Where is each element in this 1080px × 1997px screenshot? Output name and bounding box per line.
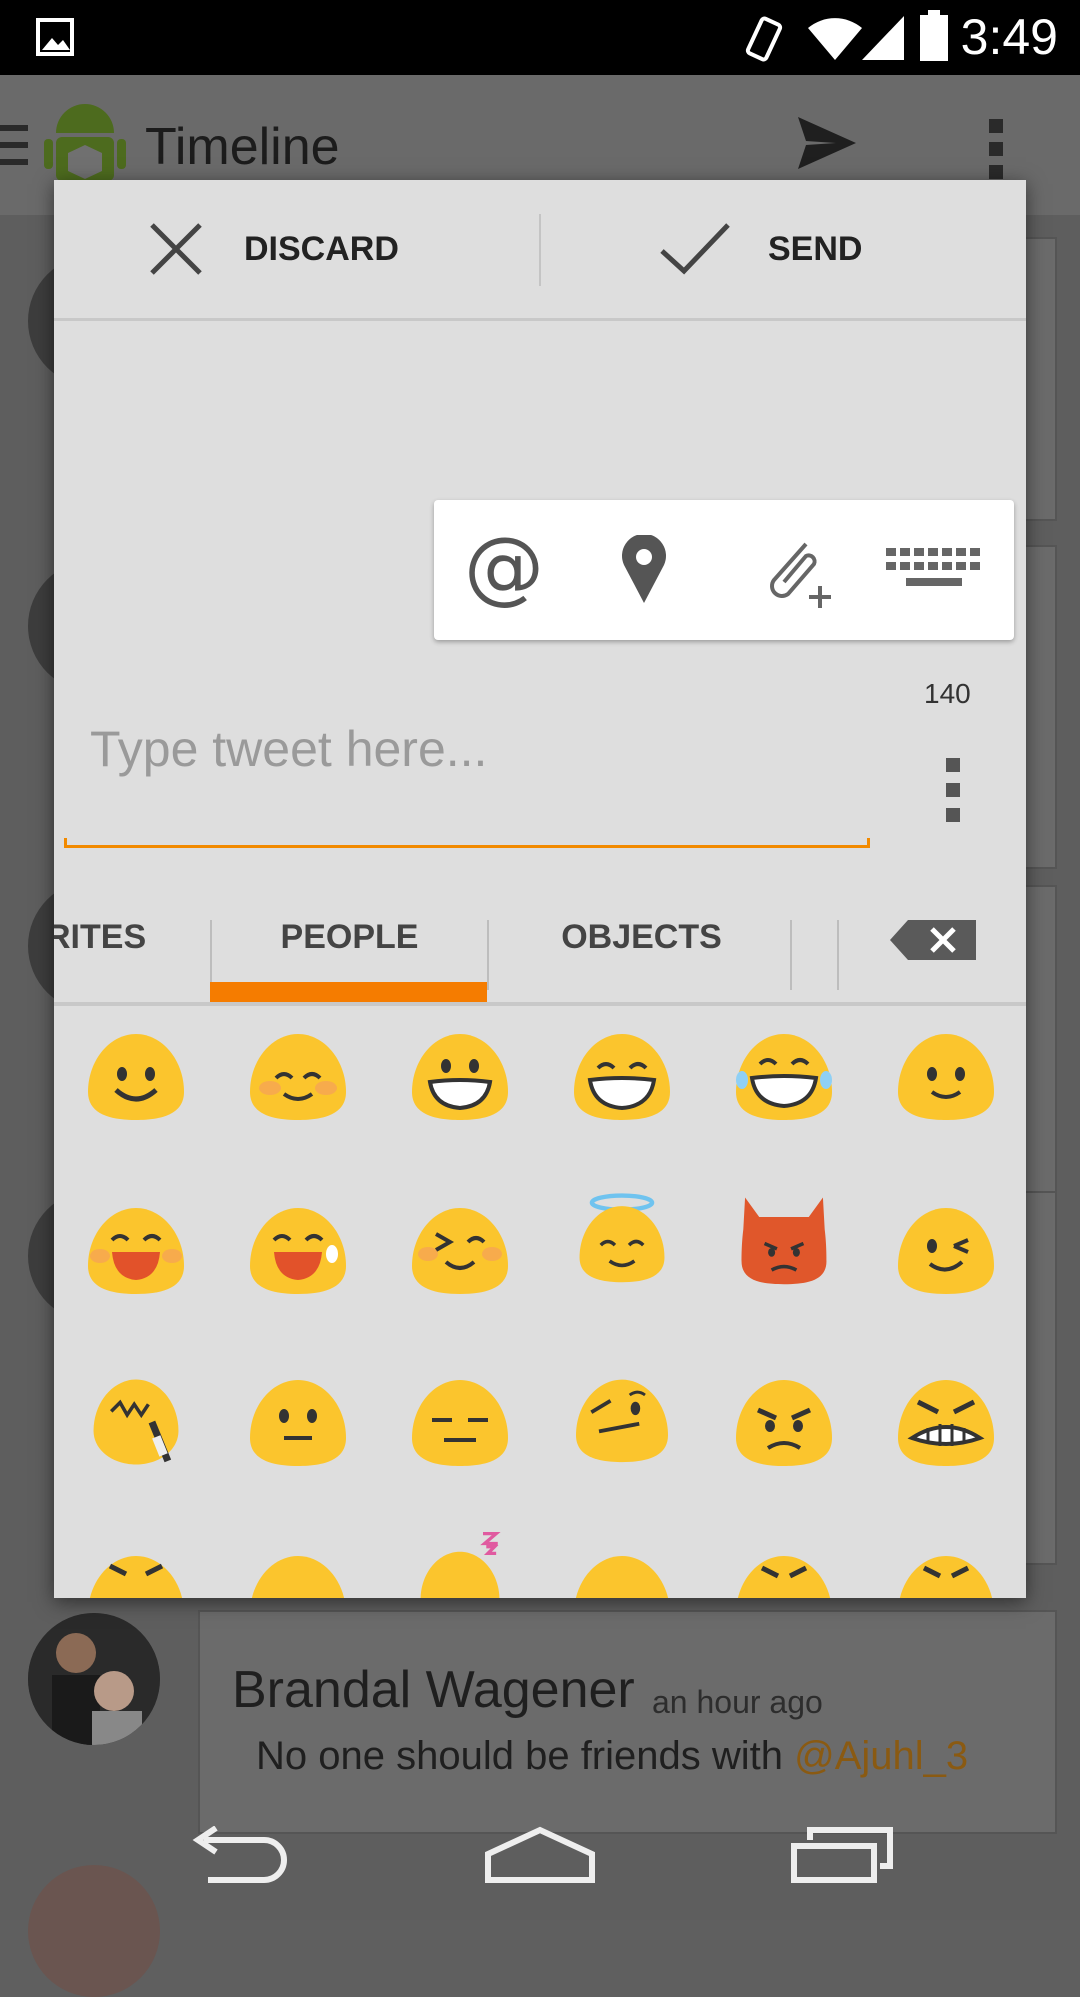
home-icon[interactable] bbox=[484, 1826, 596, 1884]
wifi-icon bbox=[808, 18, 862, 60]
back-icon[interactable] bbox=[186, 1826, 292, 1886]
partial-emoji-icon[interactable] bbox=[570, 1552, 674, 1598]
partial-emoji-icon[interactable] bbox=[246, 1552, 350, 1598]
zipper-mouth-face-icon[interactable] bbox=[84, 1376, 188, 1468]
backspace-icon[interactable] bbox=[890, 920, 976, 960]
keyboard-button[interactable] bbox=[864, 500, 1004, 640]
image-icon bbox=[36, 18, 74, 56]
dialog-header: DISCARD SEND bbox=[54, 180, 1026, 321]
location-button[interactable] bbox=[574, 500, 714, 640]
tweet-mention[interactable]: @Ajuhl_3 bbox=[794, 1734, 968, 1778]
send-icon[interactable] bbox=[796, 115, 858, 171]
grinning-smiling-eyes-face-icon[interactable] bbox=[570, 1030, 674, 1122]
mention-button[interactable]: @ bbox=[434, 500, 574, 640]
grinning-face-icon[interactable] bbox=[408, 1030, 512, 1122]
angry-face-icon[interactable] bbox=[732, 1376, 836, 1468]
discard-label: DISCARD bbox=[244, 229, 399, 268]
tweet-input[interactable]: Type tweet here... bbox=[90, 720, 487, 778]
avatar[interactable] bbox=[28, 1613, 160, 1745]
sleeping-face-icon[interactable] bbox=[408, 1532, 512, 1598]
tab-divider bbox=[837, 920, 839, 990]
at-mention-icon: @ bbox=[464, 530, 544, 610]
partial-emoji-icon[interactable] bbox=[732, 1552, 836, 1598]
attach-button[interactable] bbox=[724, 500, 864, 640]
grimacing-face-icon[interactable] bbox=[894, 1376, 998, 1468]
navigation-bar bbox=[0, 1800, 1080, 1920]
input-underline bbox=[64, 838, 870, 848]
status-bar: 3:49 bbox=[0, 0, 1080, 75]
discard-button[interactable]: DISCARD bbox=[146, 180, 399, 318]
active-tab-indicator bbox=[210, 982, 487, 1002]
confused-face-icon[interactable] bbox=[570, 1372, 674, 1464]
page-title: Timeline bbox=[145, 118, 340, 176]
compose-toolbar: @ bbox=[434, 500, 1014, 640]
laughing-face-icon[interactable] bbox=[84, 1204, 188, 1296]
location-pin-icon bbox=[622, 535, 666, 603]
send-label: SEND bbox=[768, 229, 863, 268]
halo-face-icon[interactable] bbox=[570, 1192, 674, 1284]
tears-of-joy-face-icon[interactable] bbox=[732, 1030, 836, 1122]
squinting-blush-face-icon[interactable] bbox=[408, 1204, 512, 1296]
send-button[interactable]: SEND bbox=[658, 180, 862, 318]
avatar-photo bbox=[28, 1613, 160, 1745]
svg-text:@: @ bbox=[464, 530, 544, 610]
winking-face-icon[interactable] bbox=[894, 1204, 998, 1296]
tab-favorites[interactable]: RITES bbox=[54, 880, 206, 995]
partial-emoji-icon[interactable] bbox=[894, 1552, 998, 1598]
attach-icon bbox=[770, 542, 831, 608]
close-icon bbox=[150, 223, 202, 275]
tab-people[interactable]: PEOPLE bbox=[212, 880, 487, 995]
signal-icon bbox=[862, 16, 904, 60]
input-overflow-icon[interactable] bbox=[944, 758, 962, 822]
emoji-grid bbox=[54, 1012, 1026, 1598]
tweet-timestamp: an hour ago bbox=[652, 1684, 823, 1720]
tab-divider bbox=[790, 920, 792, 990]
smiling-blushing-face-icon[interactable] bbox=[246, 1030, 350, 1122]
menu-icon[interactable] bbox=[0, 123, 30, 167]
expressionless-face-icon[interactable] bbox=[408, 1376, 512, 1468]
header-divider bbox=[539, 214, 541, 286]
tweet-author[interactable]: Brandal Wagener bbox=[232, 1660, 635, 1720]
tweet-text: No one should be friends with @Ajuhl_3 bbox=[256, 1734, 968, 1779]
sweat-smile-face-icon[interactable] bbox=[246, 1204, 350, 1296]
overflow-menu-icon[interactable] bbox=[986, 117, 1006, 181]
character-count: 140 bbox=[924, 678, 971, 709]
clock: 3:49 bbox=[960, 9, 1058, 65]
check-icon bbox=[660, 223, 730, 275]
smiling-face-icon[interactable] bbox=[84, 1030, 188, 1122]
battery-icon bbox=[920, 10, 948, 61]
emoji-tabs: RITES PEOPLE OBJECTS bbox=[54, 880, 1026, 1006]
recents-icon[interactable] bbox=[790, 1826, 896, 1884]
compose-dialog: DISCARD SEND @ 140 Type tweet here... RI… bbox=[54, 180, 1026, 1598]
slight-smile-face-icon[interactable] bbox=[894, 1030, 998, 1122]
partial-emoji-icon[interactable] bbox=[84, 1552, 188, 1598]
devil-face-icon[interactable] bbox=[732, 1194, 836, 1286]
rotation-icon bbox=[745, 16, 783, 62]
tab-objects[interactable]: OBJECTS bbox=[489, 880, 794, 995]
neutral-face-icon[interactable] bbox=[246, 1376, 350, 1468]
tweet-text-body: No one should be friends with bbox=[256, 1734, 795, 1778]
keyboard-icon bbox=[886, 548, 980, 586]
